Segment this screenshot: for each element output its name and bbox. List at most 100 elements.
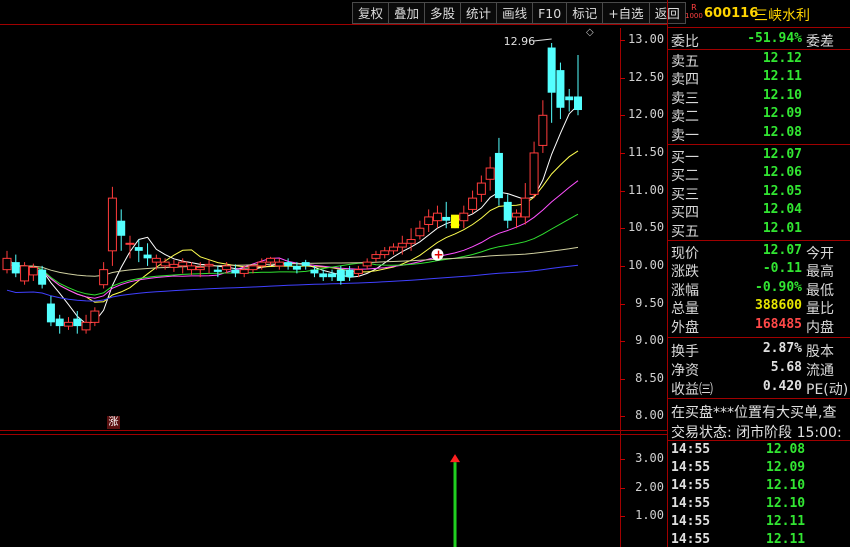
- bid-row-value: 12.07: [762, 147, 802, 162]
- candle[interactable]: [46, 296, 55, 327]
- volume-chart[interactable]: [0, 435, 620, 547]
- candle[interactable]: [328, 269, 337, 281]
- candle[interactable]: [494, 137, 503, 206]
- stat-row-value: 388600: [755, 298, 802, 314]
- main-chart-bottom-border: [0, 430, 668, 431]
- candle-body: [125, 242, 135, 245]
- ask-row-value: 12.10: [762, 87, 802, 103]
- stat-row: 涨幅 -0.90% 最低: [669, 280, 850, 299]
- ask-row: 卖二 12.09: [669, 106, 850, 125]
- candle[interactable]: [55, 314, 64, 334]
- candle[interactable]: [397, 235, 407, 255]
- candle[interactable]: [432, 205, 442, 229]
- candle[interactable]: [81, 314, 91, 334]
- candle-body: [90, 310, 100, 323]
- kline-chart[interactable]: 12.96 +: [0, 26, 620, 430]
- candle[interactable]: [90, 307, 100, 327]
- toolbar-button-4[interactable]: 画线: [496, 2, 533, 24]
- candle-body: [11, 262, 20, 274]
- fund-row-label2: PE(动): [806, 382, 849, 398]
- stat-row-label: 总量: [671, 301, 699, 318]
- candle[interactable]: [301, 259, 310, 270]
- ask-row-value: 12.11: [762, 69, 802, 85]
- candle-body: [397, 242, 407, 248]
- toolbar-button-6[interactable]: 标记: [566, 2, 603, 24]
- quote-sep-5: [667, 337, 850, 338]
- volume-tick-label: 3.00: [635, 451, 664, 466]
- candle[interactable]: [143, 243, 152, 266]
- candle-body: [46, 303, 55, 323]
- candle[interactable]: [11, 254, 20, 278]
- candle[interactable]: [204, 259, 214, 274]
- candle-body: [459, 212, 469, 222]
- candle[interactable]: [274, 258, 284, 270]
- candle[interactable]: [63, 317, 73, 330]
- toolbar-button-7[interactable]: +自选: [602, 2, 649, 24]
- candle[interactable]: [2, 250, 12, 274]
- ask-row: 卖四 12.11: [669, 69, 850, 88]
- up-arrow-icon: [450, 454, 461, 463]
- candle[interactable]: [169, 259, 179, 272]
- toolbar-button-5[interactable]: F10: [532, 2, 567, 24]
- tick-price: 12.11: [766, 514, 806, 529]
- max-price-label: 12.96: [504, 35, 535, 48]
- ask-row: 卖五 12.12: [669, 51, 850, 70]
- candle[interactable]: [574, 55, 582, 116]
- candle[interactable]: [503, 194, 512, 229]
- candle[interactable]: [362, 258, 372, 270]
- bid-row-label: 买五: [671, 223, 699, 240]
- candle-body: [520, 197, 530, 218]
- tick-price: 12.09: [766, 460, 806, 475]
- candle[interactable]: [406, 228, 416, 251]
- candle[interactable]: [107, 186, 117, 266]
- candle-body: [556, 70, 565, 108]
- weicha-label: 委差: [806, 34, 834, 50]
- toolbar-button-1[interactable]: 叠加: [388, 2, 425, 24]
- candle[interactable]: [468, 190, 478, 214]
- candle-body: [389, 246, 399, 252]
- limit-up-badge: 涨: [107, 416, 120, 429]
- fund-row: 净资 5.68 流通: [669, 360, 850, 379]
- candle[interactable]: [415, 220, 425, 240]
- weibi-label: 委比: [671, 34, 699, 50]
- bid-row: 买二 12.06: [669, 165, 850, 184]
- candle[interactable]: [186, 262, 196, 275]
- candle[interactable]: [371, 250, 381, 263]
- candle[interactable]: [529, 141, 539, 199]
- candle[interactable]: [459, 205, 469, 229]
- big-order-notice[interactable]: 在买盘***位置有大买单,查: [671, 402, 850, 422]
- candle[interactable]: [310, 265, 319, 278]
- volume-tick-mark: [620, 487, 625, 489]
- candle[interactable]: [99, 262, 109, 289]
- toolbar-button-0[interactable]: 复权: [352, 2, 389, 24]
- candle-body: [274, 261, 284, 267]
- candle[interactable]: [556, 62, 565, 120]
- candle[interactable]: [389, 243, 399, 255]
- price-tick-label: 8.50: [635, 370, 664, 385]
- tick-price: 12.10: [766, 478, 806, 493]
- candle[interactable]: [547, 43, 556, 123]
- stat-row: 涨跌 -0.11 最高: [669, 261, 850, 280]
- candle[interactable]: [565, 88, 574, 112]
- tick-time: 14:55: [671, 442, 711, 457]
- candle[interactable]: [20, 262, 30, 285]
- candle-body: [485, 167, 495, 180]
- price-tick-mark: [620, 115, 625, 117]
- candle[interactable]: [520, 183, 530, 225]
- candle[interactable]: [117, 209, 126, 251]
- candle-body: [292, 265, 301, 270]
- quote-panel-left-border: [667, 0, 668, 547]
- toolbar-button-2[interactable]: 多股: [424, 2, 461, 24]
- price-tick-mark: [620, 265, 625, 267]
- candle[interactable]: [442, 201, 451, 229]
- toolbar-button-3[interactable]: 统计: [460, 2, 497, 24]
- bid-row-value: 12.05: [762, 183, 802, 199]
- candle[interactable]: [476, 175, 486, 202]
- candle-body: [2, 257, 12, 271]
- candle[interactable]: [485, 156, 495, 191]
- candle-body: [81, 321, 91, 331]
- candle[interactable]: [380, 247, 390, 259]
- candle[interactable]: [538, 100, 548, 153]
- candle[interactable]: [424, 209, 434, 232]
- candle[interactable]: [73, 311, 82, 334]
